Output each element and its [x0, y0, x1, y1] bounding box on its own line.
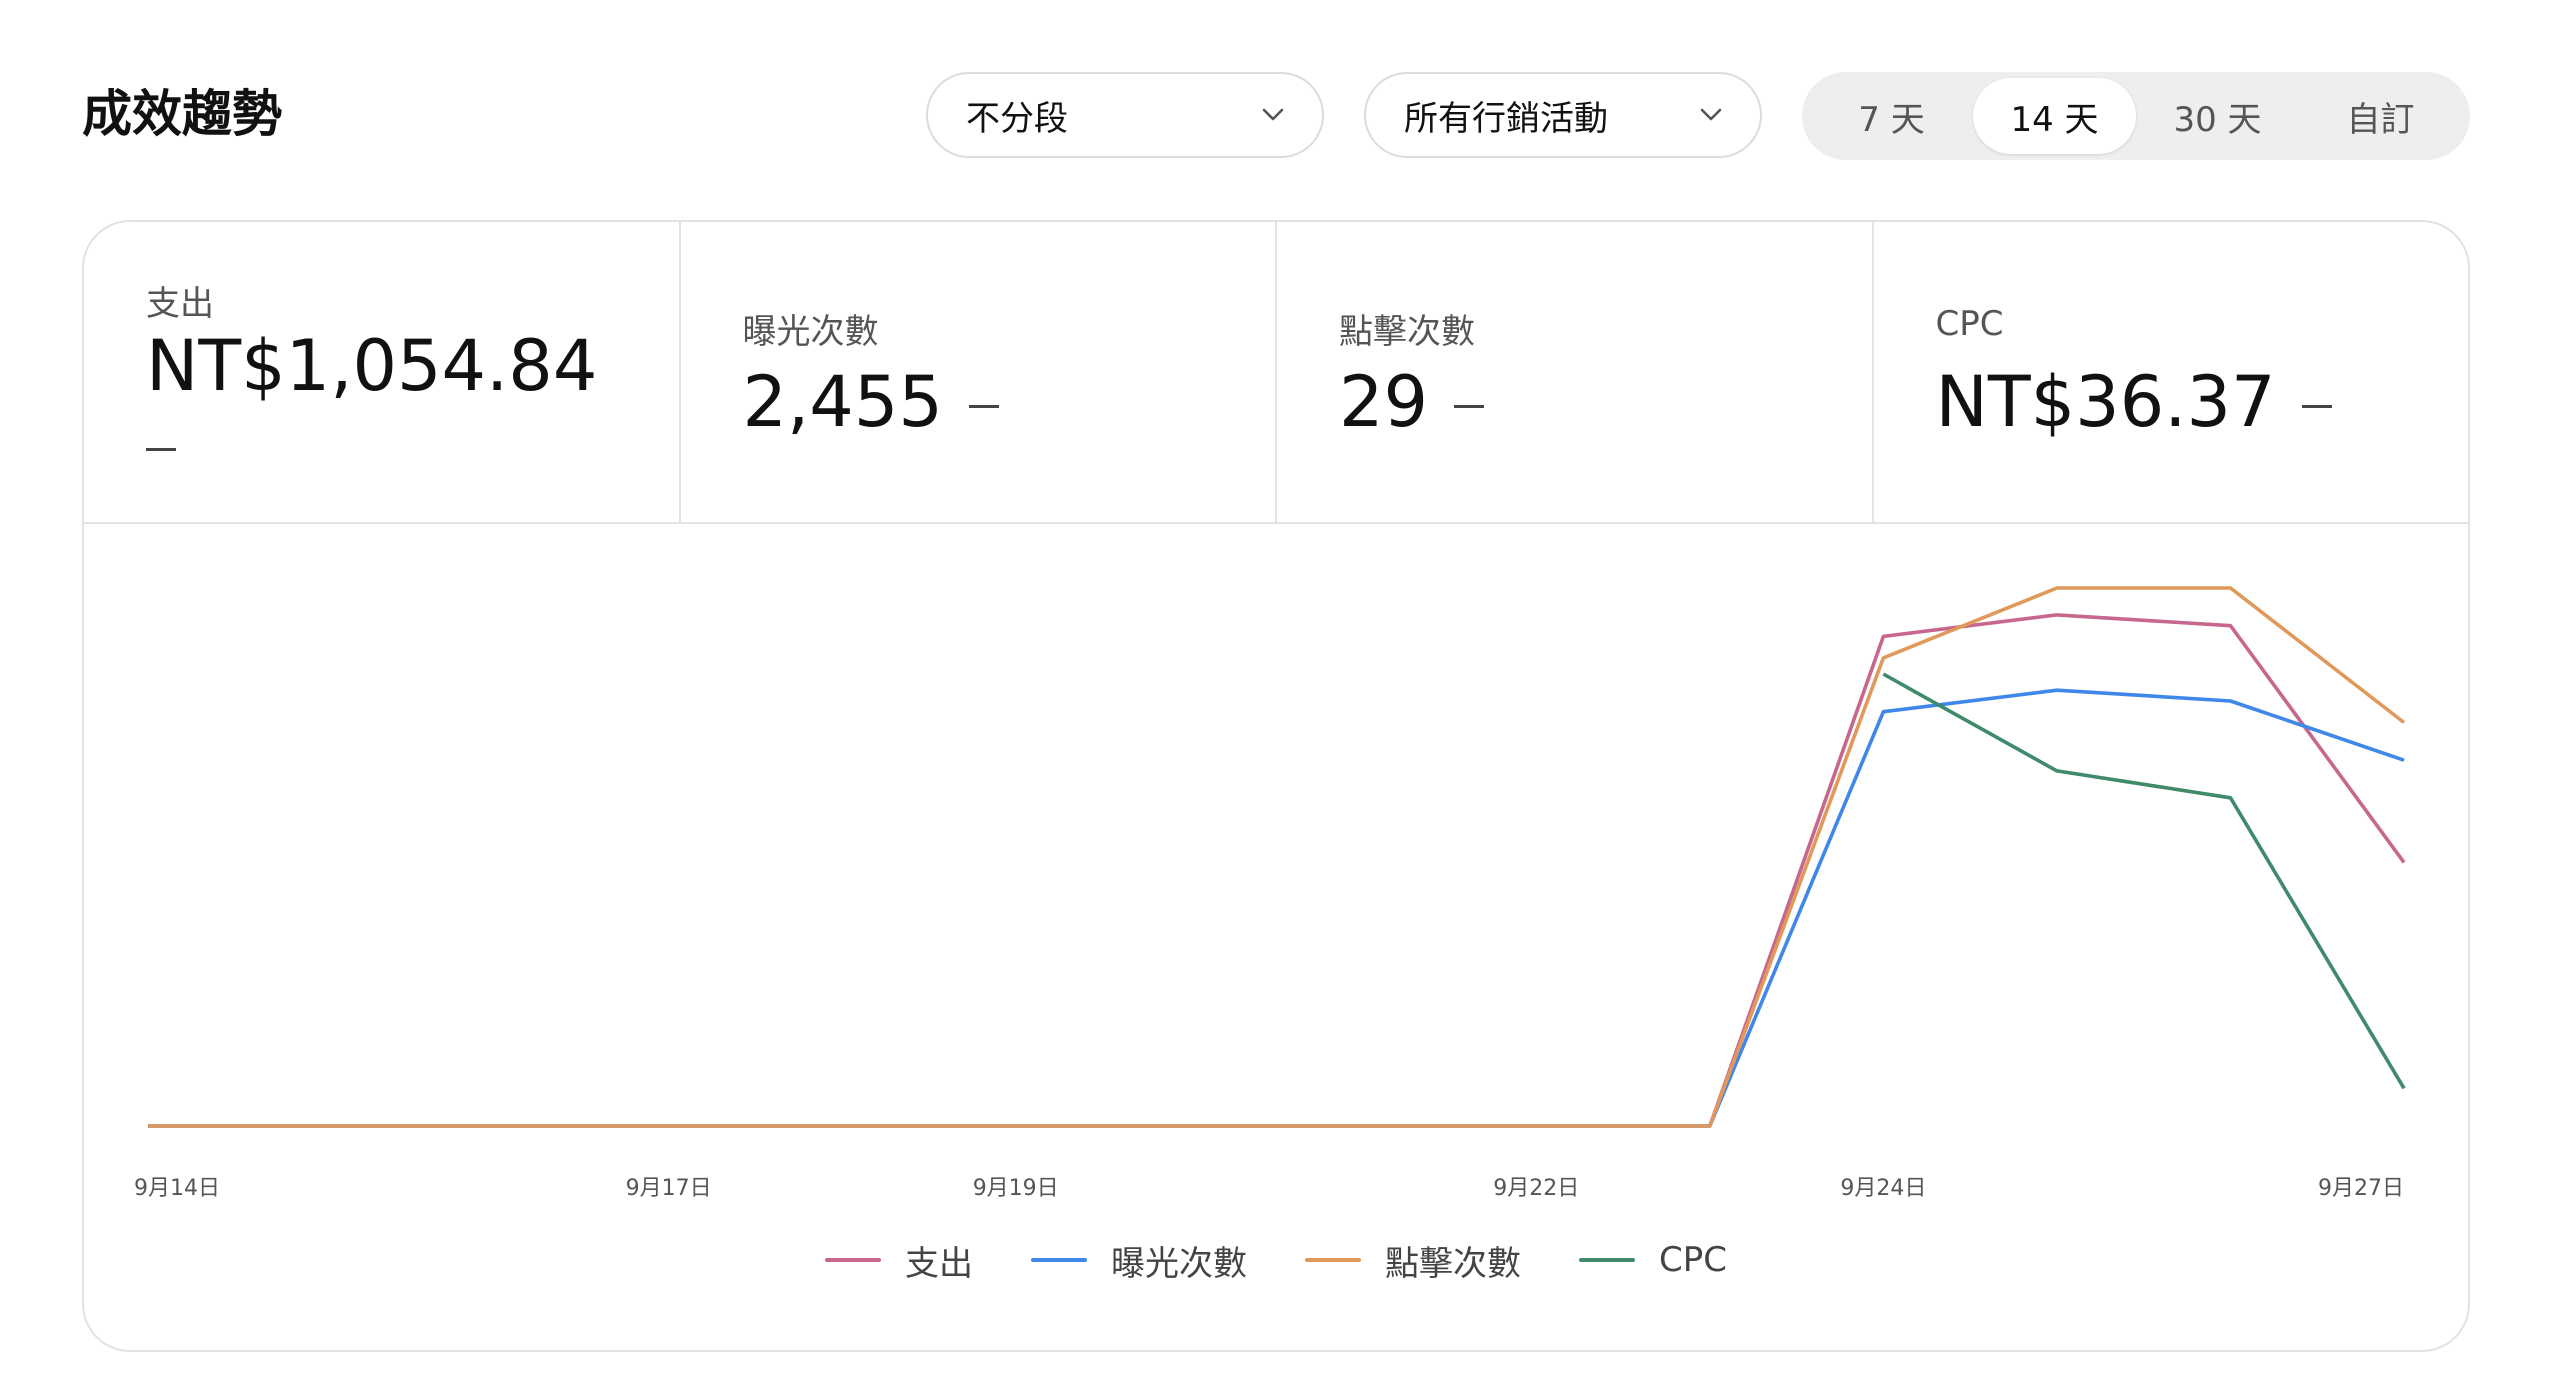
- page-title: 成效趨勢: [82, 85, 282, 143]
- legend-label: CPC: [1659, 1240, 1727, 1280]
- legend-item[interactable]: 曝光次數: [1031, 1236, 1247, 1285]
- legend-swatch: [1031, 1258, 1087, 1262]
- metric-value: NT$36.37: [1935, 361, 2276, 443]
- x-tick-label: 9月14日: [134, 1176, 220, 1201]
- chevron-down-icon: [1696, 100, 1726, 130]
- trend-chart: 9月14日 9月17日 9月19日 9月22日 9月24日 9月27日 支出 曝光次數 點擊次…: [84, 524, 2468, 1350]
- metric-value: 29: [1339, 361, 1429, 443]
- chart-legend: 支出 曝光次數 點擊次數 CPC: [84, 1230, 2468, 1290]
- dash-icon: [968, 405, 999, 409]
- dash-icon: [1454, 405, 1485, 409]
- metric-label: 點擊次數: [1339, 312, 1475, 352]
- metric-impressions[interactable]: 曝光次數 2,455: [681, 222, 1277, 522]
- metric-label: CPC: [1935, 304, 2004, 344]
- legend-swatch: [1305, 1258, 1361, 1262]
- legend-label: 支出: [905, 1243, 973, 1284]
- metric-label: 支出: [146, 284, 214, 324]
- x-tick-label: 9月27日: [2318, 1176, 2404, 1201]
- x-tick-label: 9月19日: [973, 1176, 1059, 1201]
- range-30-days[interactable]: 30 天: [2136, 78, 2299, 154]
- performance-card: 支出 NT$1,054.84 曝光次數 2,455 點擊次數 29 CPC NT…: [82, 220, 2470, 1352]
- legend-swatch: [825, 1258, 881, 1262]
- series-line-CPC: [1882, 672, 2406, 1090]
- metric-value-row: 29: [1339, 361, 1485, 443]
- series-line-點擊次數: [148, 586, 2406, 1128]
- series-line-曝光次數: [148, 688, 2405, 1128]
- segment-dropdown-label: 不分段: [966, 98, 1068, 139]
- metric-value: NT$1,054.84: [146, 325, 598, 407]
- range-7-days[interactable]: 7 天: [1810, 78, 1973, 154]
- dash-icon: [2301, 405, 2332, 409]
- metric-label: 曝光次數: [742, 312, 879, 352]
- legend-label: 點擊次數: [1385, 1243, 1521, 1284]
- legend-item[interactable]: 點擊次數: [1305, 1236, 1521, 1285]
- metrics-row: 支出 NT$1,054.84 曝光次數 2,455 點擊次數 29 CPC NT…: [84, 222, 2468, 524]
- metric-value-row: 2,455: [743, 362, 999, 442]
- date-range-selector: 7 天 14 天 30 天 自訂: [1802, 72, 2470, 160]
- metric-spend[interactable]: 支出 NT$1,054.84: [84, 222, 681, 522]
- metric-clicks[interactable]: 點擊次數 29: [1277, 222, 1874, 522]
- range-custom[interactable]: 自訂: [2299, 78, 2462, 154]
- dash-icon: [146, 448, 176, 451]
- chevron-down-icon: [1258, 100, 1288, 130]
- metric-value: 2,455: [742, 361, 943, 443]
- x-tick-label: 9月24日: [1840, 1176, 1926, 1201]
- x-tick-label: 9月22日: [1493, 1176, 1579, 1201]
- metric-cpc[interactable]: CPC NT$36.37: [1874, 222, 2469, 522]
- campaign-dropdown[interactable]: 所有行銷活動: [1364, 72, 1762, 158]
- legend-swatch: [1579, 1258, 1635, 1262]
- legend-item[interactable]: CPC: [1579, 1240, 1727, 1280]
- range-14-days[interactable]: 14 天: [1973, 78, 2136, 154]
- legend-item[interactable]: 支出: [825, 1236, 973, 1285]
- trend-chart-svg: 9月14日 9月17日 9月19日 9月22日 9月24日 9月27日: [134, 586, 2406, 1201]
- metric-value-row: NT$36.37: [1936, 362, 2332, 442]
- campaign-dropdown-label: 所有行銷活動: [1404, 98, 1608, 139]
- legend-label: 曝光次數: [1111, 1243, 1247, 1284]
- x-tick-label: 9月17日: [626, 1176, 712, 1201]
- segment-dropdown[interactable]: 不分段: [926, 72, 1324, 158]
